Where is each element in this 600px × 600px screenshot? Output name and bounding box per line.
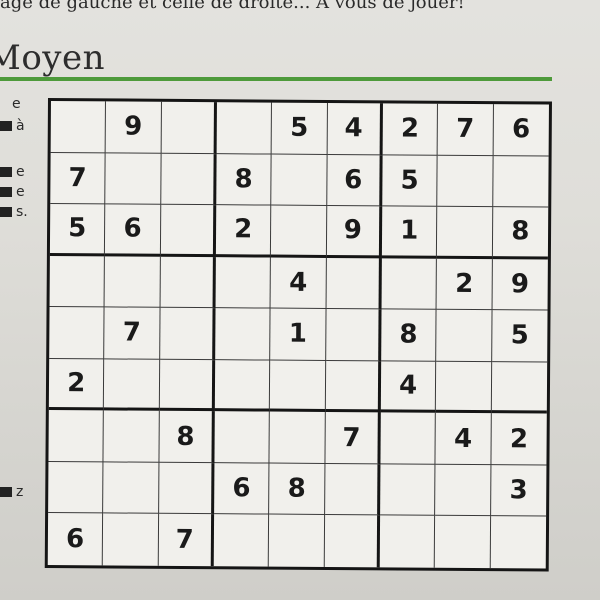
sudoku-cell: 6 — [47, 513, 104, 566]
side-block-mark — [0, 187, 12, 197]
sudoku-cell — [161, 101, 217, 154]
sudoku-cell — [271, 205, 327, 258]
sudoku-cell — [48, 461, 104, 514]
sudoku-cell — [103, 410, 160, 463]
side-block-mark — [0, 487, 12, 497]
sudoku-cell: 3 — [490, 464, 547, 517]
sudoku-cell — [324, 463, 381, 516]
sudoku-cell: 6 — [105, 204, 161, 257]
sudoku-cell — [49, 307, 105, 360]
sudoku-cell: 2 — [436, 258, 493, 311]
sudoku-cell — [215, 308, 271, 361]
sudoku-cell — [380, 464, 436, 517]
sudoku-cell: 4 — [270, 257, 327, 310]
side-fragment: e — [0, 164, 25, 180]
sudoku-cell — [325, 360, 382, 413]
sudoku-cell: 1 — [270, 308, 327, 361]
side-fragment: e — [0, 184, 25, 200]
sudoku-cell: 7 — [437, 103, 494, 156]
sudoku-cell — [159, 359, 216, 412]
sudoku-cell — [214, 411, 271, 464]
sudoku-cell: 9 — [105, 101, 162, 154]
sudoku-cell: 2 — [382, 103, 439, 156]
sudoku-cell — [103, 462, 160, 515]
sudoku-cell: 2 — [215, 205, 272, 258]
sudoku-cell — [160, 153, 217, 206]
sudoku-cell — [270, 360, 326, 413]
sudoku-cell — [325, 309, 382, 362]
sudoku-cell — [216, 102, 273, 155]
side-fragment: à — [0, 118, 25, 134]
sudoku-cell: 7 — [104, 307, 161, 360]
sudoku-cell: 7 — [325, 412, 381, 465]
sudoku-cell — [271, 154, 328, 207]
side-block-mark — [0, 207, 12, 217]
sudoku-cell: 4 — [327, 102, 383, 155]
sudoku-cell: 5 — [382, 154, 438, 207]
sudoku-cell: 9 — [492, 258, 548, 311]
sudoku-cell — [381, 257, 438, 310]
sudoku-cell: 6 — [214, 463, 270, 515]
sudoku-cell — [160, 256, 216, 309]
sudoku-cell — [324, 515, 381, 568]
side-fragment: s. — [0, 204, 28, 220]
sudoku-cell — [50, 101, 107, 153]
sudoku-cell — [490, 517, 546, 569]
sudoku-cell: 4 — [380, 361, 437, 414]
sudoku-cell: 9 — [326, 206, 383, 258]
sudoku-cell — [159, 308, 216, 360]
sudoku-cell — [437, 206, 493, 259]
sudoku-cell — [269, 411, 326, 464]
sudoku-cell — [104, 359, 160, 412]
side-block-mark — [0, 121, 12, 131]
sudoku-cell — [105, 152, 162, 205]
sudoku-cell — [269, 514, 325, 567]
sudoku-cell: 1 — [381, 206, 438, 259]
sudoku-cell — [435, 464, 492, 517]
sudoku-cell: 8 — [492, 207, 549, 260]
sudoku-cell — [215, 256, 272, 309]
sudoku-cell — [437, 155, 494, 208]
sudoku-cell — [435, 516, 491, 569]
sudoku-cell: 8 — [216, 153, 272, 206]
sudoku-cell: 5 — [491, 310, 548, 363]
sudoku-cell — [379, 515, 436, 568]
sudoku-cell — [103, 513, 159, 566]
sudoku-cell: 2 — [48, 358, 105, 411]
sudoku-cell — [160, 204, 217, 257]
sudoku-cell: 4 — [435, 413, 492, 465]
sudoku-cell — [326, 257, 382, 310]
sudoku-cell: 7 — [50, 152, 106, 205]
sudoku-cell — [213, 514, 270, 567]
difficulty-heading: Moyen — [0, 38, 106, 78]
sudoku-cell — [214, 359, 271, 412]
intro-text: age de gauche et celle de droite... À vo… — [0, 0, 465, 13]
sudoku-cell: 8 — [159, 411, 215, 464]
sudoku-cell — [48, 410, 105, 463]
sudoku-cell: 5 — [49, 204, 106, 257]
sudoku-cell — [436, 309, 493, 362]
sudoku-cell — [158, 462, 215, 515]
sudoku-cell: 8 — [381, 309, 437, 362]
side-fragment: z — [0, 484, 23, 500]
sudoku-cell — [49, 255, 106, 308]
newspaper-page: age de gauche et celle de droite... À vo… — [0, 0, 600, 600]
side-fragment: e — [12, 96, 21, 112]
sudoku-cell — [491, 361, 548, 414]
sudoku-cell: 7 — [158, 514, 215, 567]
sudoku-cell: 2 — [491, 413, 547, 466]
sudoku-cell — [380, 412, 437, 465]
sudoku-cell: 5 — [271, 102, 328, 155]
sudoku-cell — [104, 256, 161, 309]
sudoku-cell: 6 — [493, 104, 549, 157]
sudoku-cell — [492, 155, 549, 208]
heading-rule — [0, 77, 552, 81]
sudoku-grid: 9542767865562918429718524874268367 — [44, 98, 552, 572]
side-block-mark — [0, 167, 12, 177]
sudoku-cell: 6 — [326, 154, 383, 207]
sudoku-cell — [436, 361, 492, 414]
sudoku-cell: 8 — [269, 463, 326, 516]
